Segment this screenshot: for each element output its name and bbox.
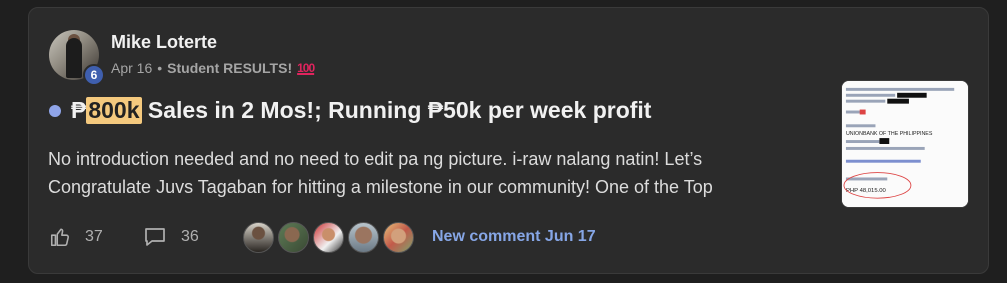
- title-highlight: 800k: [86, 97, 142, 124]
- hundred-emoji-text: 100: [297, 61, 315, 75]
- like-count: 37: [85, 228, 103, 245]
- comment-icon: [145, 228, 165, 246]
- post-card[interactable]: 6 Mike Loterte Apr 16 • Student RESULTS!…: [28, 7, 989, 274]
- commenter-avatars[interactable]: [243, 221, 414, 253]
- avatar: [243, 221, 274, 253]
- title-currency: ₱: [71, 97, 87, 123]
- thumb-bank-name: UNIONBANK OF THE PHILIPPINES: [846, 131, 933, 137]
- post-category[interactable]: Student RESULTS!: [167, 60, 292, 76]
- post-thumbnail[interactable]: UNIONBANK OF THE PHILIPPINES PHP 48,015.…: [841, 80, 969, 208]
- hundred-points-icon: 100: [297, 61, 315, 75]
- comment-count: 36: [181, 228, 199, 245]
- like-button[interactable]: 37: [49, 226, 143, 248]
- author-avatar[interactable]: 6: [49, 30, 105, 86]
- avatar: [348, 221, 379, 253]
- author-name[interactable]: Mike Loterte: [111, 32, 217, 53]
- avatar: [383, 221, 414, 253]
- unread-dot-icon: [49, 104, 61, 117]
- post-title[interactable]: ₱ 800k Sales in 2 Mos!; Running ₱50k per …: [49, 97, 651, 124]
- new-comment-link[interactable]: New comment Jun 17: [432, 228, 596, 246]
- post-body[interactable]: No introduction needed and no need to ed…: [48, 145, 808, 201]
- meta-separator: •: [157, 60, 163, 76]
- post-meta: Apr 16 • Student RESULTS! 100: [111, 60, 315, 76]
- avatar: [278, 221, 309, 253]
- post-date: Apr 16: [111, 60, 153, 76]
- avatar: [313, 221, 344, 253]
- post-footer: 37 36 New comment Jun 17: [49, 221, 596, 253]
- level-badge: 6: [83, 64, 105, 86]
- comment-button[interactable]: 36: [143, 226, 241, 248]
- title-text: Sales in 2 Mos!; Running ₱50k per week p…: [141, 97, 652, 123]
- thumbs-up-icon: [50, 228, 69, 247]
- bank-receipt-image: UNIONBANK OF THE PHILIPPINES PHP 48,015.…: [842, 81, 968, 207]
